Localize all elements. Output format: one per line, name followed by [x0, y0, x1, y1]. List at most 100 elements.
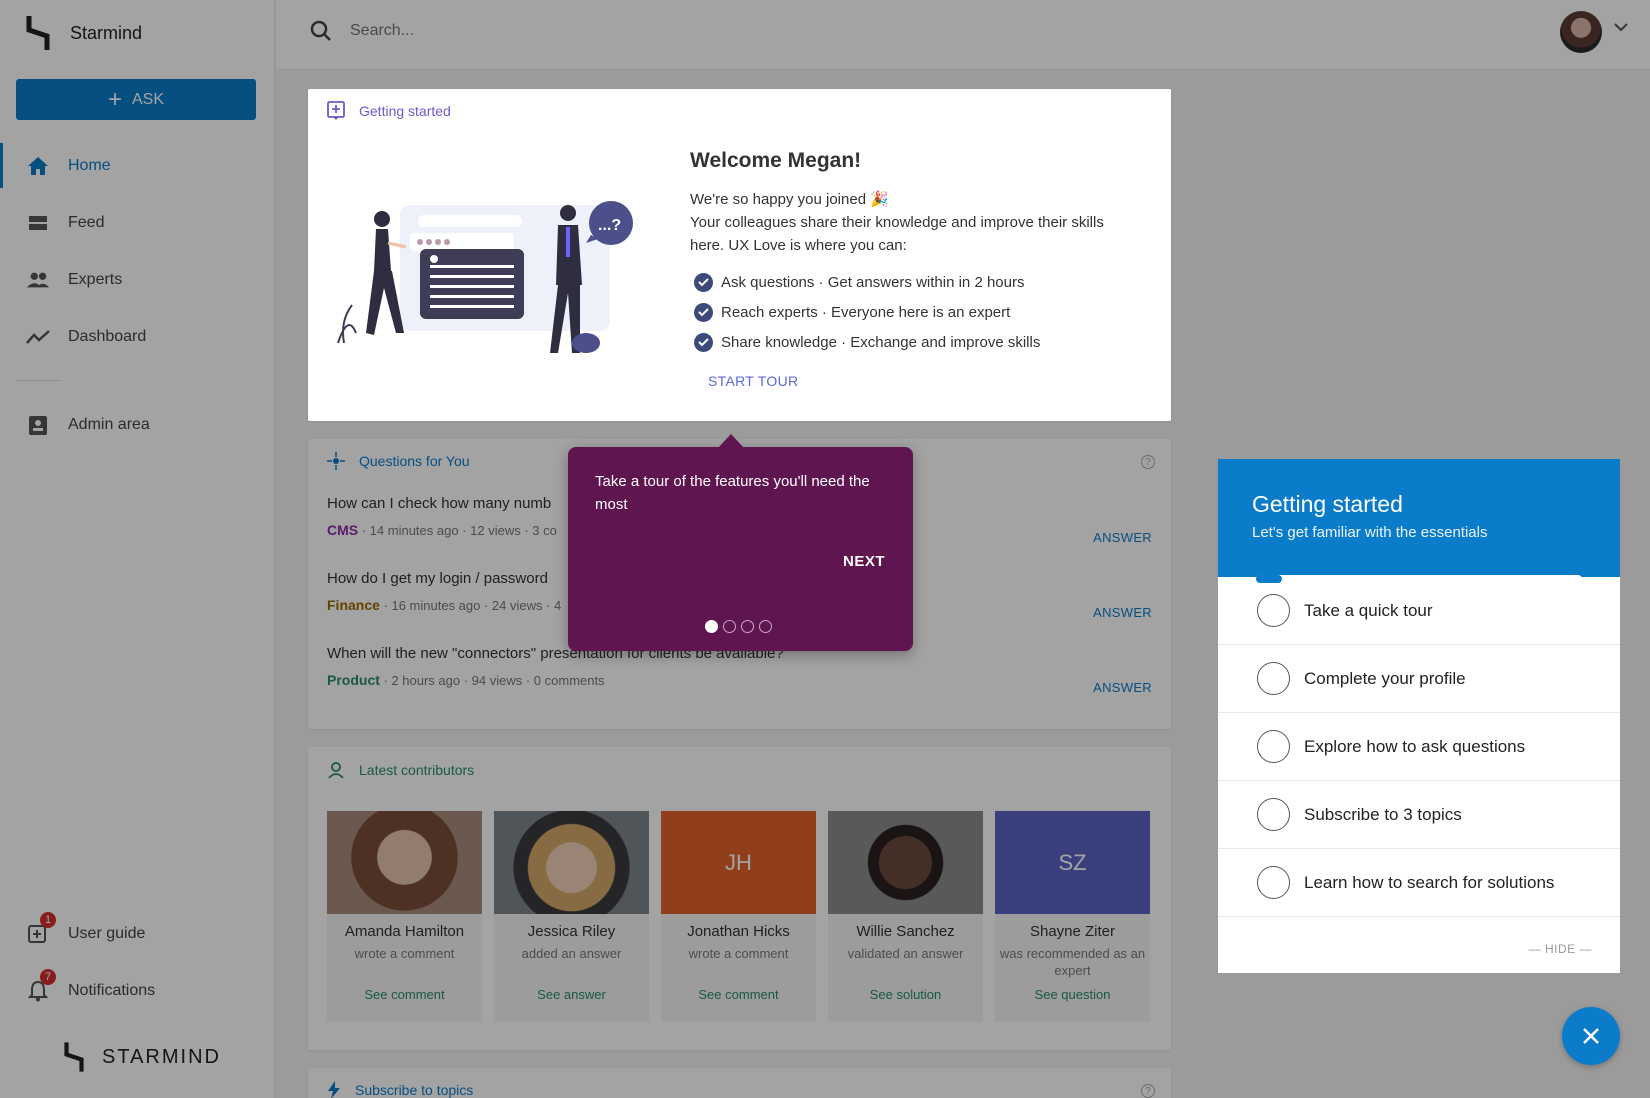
task-checkbox[interactable]: [1257, 730, 1290, 763]
task-checkbox[interactable]: [1257, 866, 1290, 899]
tour-tooltip: Take a tour of the features you'll need …: [568, 434, 913, 651]
contributor-link[interactable]: See answer: [494, 987, 649, 1002]
answer-button[interactable]: ANSWER: [1093, 530, 1152, 545]
task-item[interactable]: Take a quick tour: [1218, 577, 1620, 645]
contributor-photo[interactable]: SZ: [995, 811, 1150, 914]
chevron-down-icon[interactable]: [1614, 22, 1628, 32]
sparkle-icon: [327, 452, 345, 470]
sidebar-item-label: Notifications: [68, 981, 156, 999]
progress-bar: [1256, 575, 1582, 583]
contributor-card[interactable]: Amanda Hamilton wrote a comment See comm…: [327, 811, 482, 1022]
step-dot[interactable]: [741, 620, 754, 633]
questions-header: Questions for You: [327, 452, 470, 470]
contributor-photo[interactable]: [494, 811, 649, 914]
contributor-card[interactable]: SZ Shayne Ziter was recommended as an ex…: [995, 811, 1150, 1022]
tour-step-dots: [705, 620, 772, 633]
welcome-title: Welcome Megan!: [690, 149, 862, 172]
welcome-text: We're so happy you joined 🎉 Your colleag…: [690, 188, 1120, 257]
feed-icon: [26, 211, 50, 235]
check-circle-icon: [694, 272, 713, 292]
contributor-link[interactable]: See solution: [828, 987, 983, 1002]
contributor-name[interactable]: Willie Sanchez: [828, 923, 983, 940]
contributor-action: was recommended as an expert: [999, 946, 1146, 978]
step-dot[interactable]: [705, 620, 718, 633]
task-checkbox[interactable]: [1257, 662, 1290, 695]
task-label: Explore how to ask questions: [1304, 736, 1526, 756]
question-category[interactable]: Finance: [327, 597, 380, 613]
sidebar-item-label: Feed: [68, 213, 105, 231]
contributor-link[interactable]: See comment: [327, 987, 482, 1002]
question-meta: Product · 2 hours ago · 94 views · 0 com…: [327, 672, 1152, 688]
welcome-text-line2: Your colleagues share their knowledge an…: [690, 214, 1104, 254]
contributor-link[interactable]: See comment: [661, 987, 816, 1002]
user-guide-icon: [327, 101, 345, 120]
task-item[interactable]: Subscribe to 3 topics: [1218, 781, 1620, 849]
sidebar-item-dashboard[interactable]: Dashboard: [0, 308, 275, 365]
contributor-name[interactable]: Amanda Hamilton: [327, 923, 482, 940]
next-button[interactable]: NEXT: [843, 553, 885, 570]
welcome-text-line1: We're so happy you joined 🎉: [690, 191, 889, 208]
brand[interactable]: Starmind: [26, 16, 142, 50]
sidebar-item-user-guide[interactable]: 1 User guide: [0, 905, 275, 962]
close-fab-button[interactable]: [1562, 1007, 1620, 1065]
welcome-illustration: ...?: [337, 201, 633, 353]
getting-started-panel: Getting started Let's get familiar with …: [1218, 459, 1620, 973]
welcome-card: Getting started ...? Welcome Megan! We'r…: [308, 89, 1171, 421]
sidebar-item-admin-area[interactable]: Admin area: [0, 396, 275, 453]
contributor-photo[interactable]: JH: [661, 811, 816, 914]
contributor-name[interactable]: Jonathan Hicks: [661, 923, 816, 940]
tooltip-text: Take a tour of the features you'll need …: [595, 473, 870, 513]
task-item[interactable]: Complete your profile: [1218, 645, 1620, 713]
bubble-text: ...?: [598, 217, 621, 234]
start-tour-button[interactable]: START TOUR: [708, 373, 798, 389]
step-dot[interactable]: [759, 620, 772, 633]
task-item[interactable]: Explore how to ask questions: [1218, 713, 1620, 781]
ask-button[interactable]: + ASK: [16, 79, 256, 120]
task-checkbox[interactable]: [1257, 594, 1290, 627]
help-icon[interactable]: ?: [1141, 1084, 1155, 1098]
sidebar-item-home[interactable]: Home: [0, 137, 275, 194]
contributors-title: Latest contributors: [359, 762, 475, 778]
sidebar-item-experts[interactable]: Experts: [0, 251, 275, 308]
check-circle-icon: [694, 332, 713, 352]
contributor-card[interactable]: JH Jonathan Hicks wrote a comment See co…: [661, 811, 816, 1022]
user-avatar[interactable]: [1560, 11, 1602, 53]
checklist-item: Reach experts · Everyone here is an expe…: [694, 297, 1040, 327]
task-checkbox[interactable]: [1257, 798, 1290, 831]
help-icon[interactable]: ?: [1141, 455, 1155, 469]
question-stats: · 2 hours ago · 94 views · 0 comments: [379, 673, 605, 688]
question-row[interactable]: When will the new "connectors" presentat…: [327, 645, 1152, 715]
contributor-action: wrote a comment: [688, 946, 789, 961]
step-dot[interactable]: [723, 620, 736, 633]
getting-started-subtitle: Let's get familiar with the essentials: [1252, 524, 1488, 541]
question-stats: · 16 minutes ago · 24 views · 4: [379, 598, 562, 613]
answer-button[interactable]: ANSWER: [1093, 680, 1152, 695]
hide-button[interactable]: — HIDE —: [1529, 942, 1592, 956]
search-input[interactable]: [350, 22, 750, 40]
subscribe-card: Subscribe to topics ?: [308, 1068, 1171, 1098]
getting-started-list: Take a quick tour Complete your profile …: [1218, 577, 1620, 917]
task-item[interactable]: Learn how to search for solutions: [1218, 849, 1620, 917]
getting-started-title: Getting started: [1252, 491, 1403, 517]
contributor-link[interactable]: See question: [995, 987, 1150, 1002]
question-category[interactable]: Product: [327, 672, 380, 688]
footer-brand-name: STARMIND: [102, 1045, 221, 1068]
search-icon[interactable]: [310, 20, 332, 42]
contributor-card[interactable]: Jessica Riley added an answer See answer: [494, 811, 649, 1022]
notifications-badge: 7: [40, 969, 56, 985]
contributor-name[interactable]: Jessica Riley: [494, 923, 649, 940]
starmind-logo-icon: [26, 16, 50, 50]
checklist-item: Share knowledge · Exchange and improve s…: [694, 327, 1040, 357]
task-label: Complete your profile: [1304, 668, 1466, 688]
contributors-list: Amanda Hamilton wrote a comment See comm…: [327, 811, 1150, 1022]
check-circle-icon: [694, 302, 713, 322]
question-category[interactable]: CMS: [327, 522, 358, 538]
answer-button[interactable]: ANSWER: [1093, 605, 1152, 620]
sidebar-item-notifications[interactable]: 7 Notifications: [0, 962, 275, 1019]
contributor-card[interactable]: Willie Sanchez validated an answer See s…: [828, 811, 983, 1022]
admin-nav: Admin area: [0, 396, 275, 453]
contributor-photo[interactable]: [828, 811, 983, 914]
contributor-name[interactable]: Shayne Ziter: [995, 923, 1150, 940]
sidebar-item-feed[interactable]: Feed: [0, 194, 275, 251]
contributor-photo[interactable]: [327, 811, 482, 914]
